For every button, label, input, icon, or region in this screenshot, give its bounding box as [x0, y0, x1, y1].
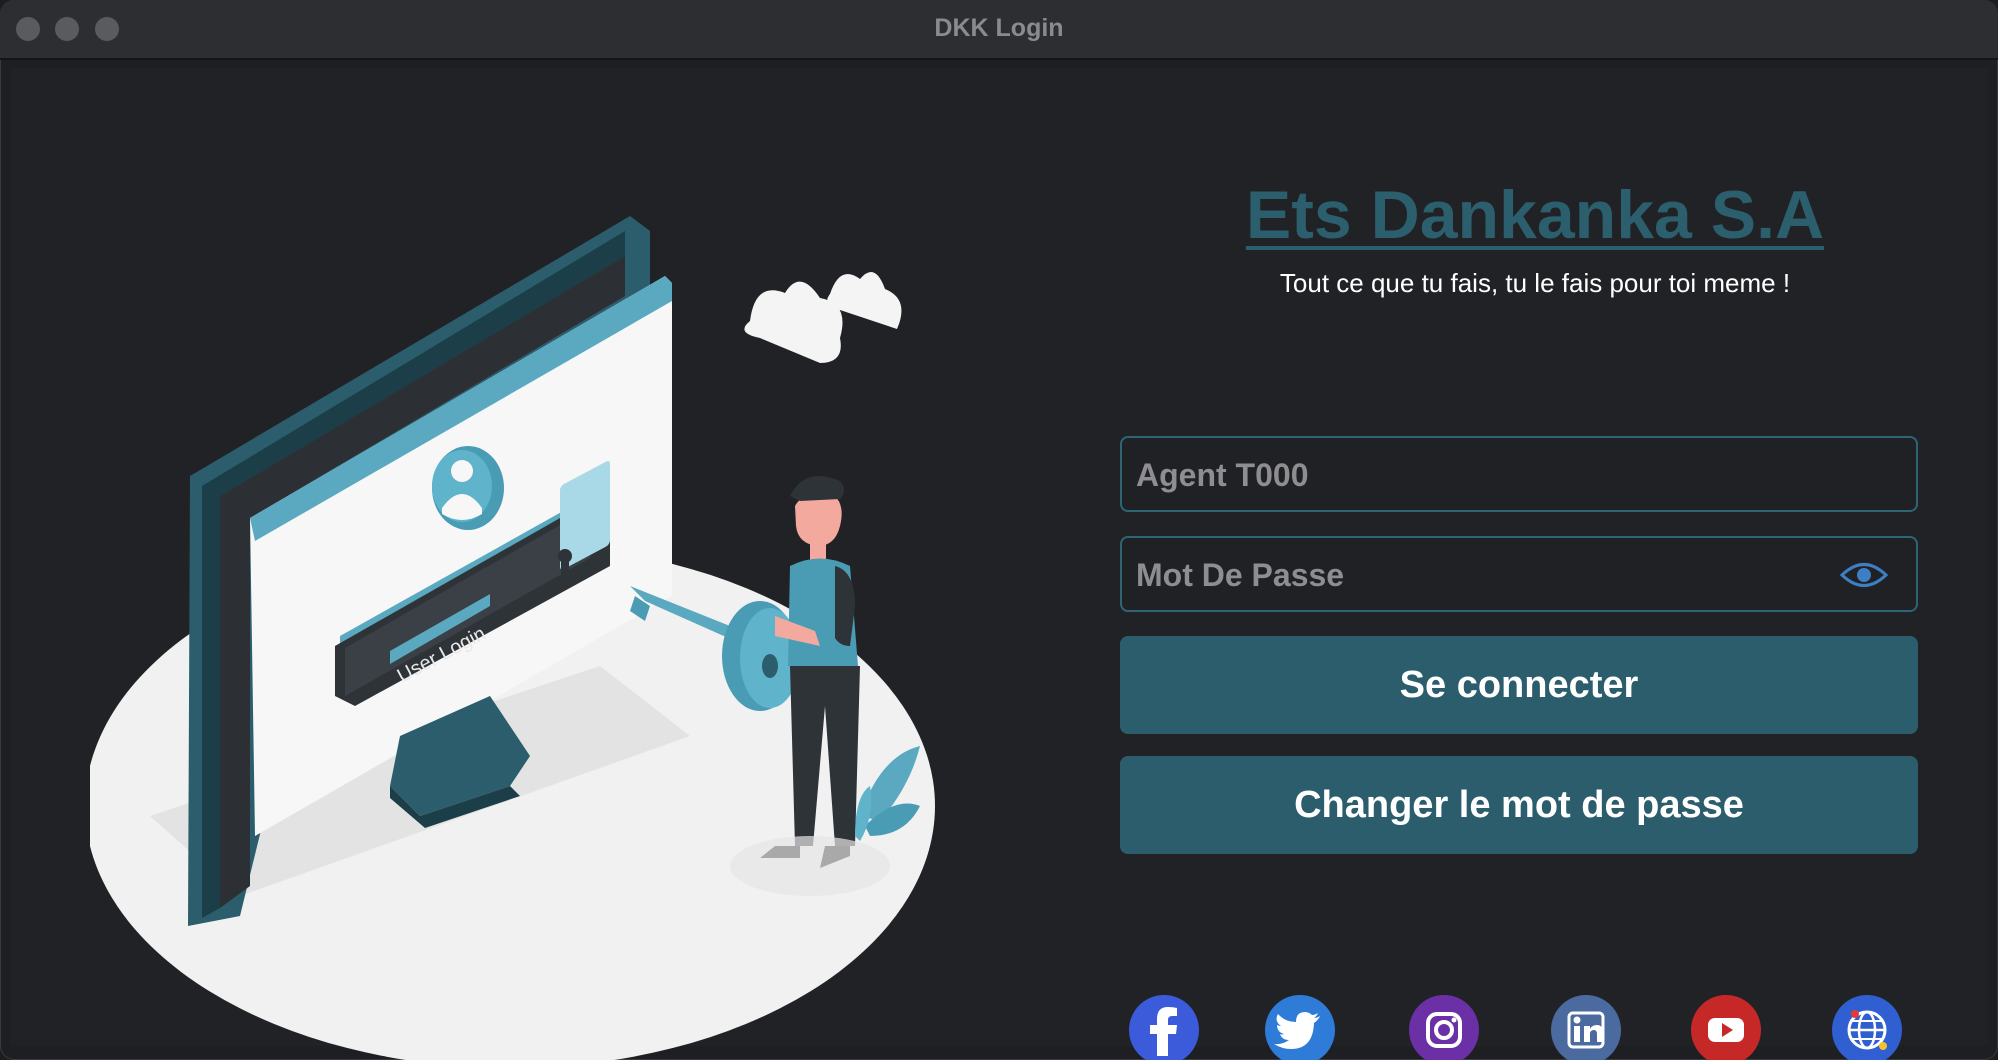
change-password-button[interactable]: Changer le mot de passe	[1120, 756, 1918, 854]
login-button[interactable]: Se connecter	[1120, 636, 1918, 734]
cloud-icon	[744, 271, 902, 363]
login-content: User Login Ets Dankanka S.A Tout ce que …	[10, 68, 1988, 1060]
title-bar: DKK Login	[0, 0, 1998, 60]
show-password-eye-icon[interactable]	[1840, 560, 1888, 590]
company-tagline: Tout ce que tu fais, tu le fais pour toi…	[1279, 268, 1791, 298]
user-avatar-icon	[432, 446, 504, 530]
instagram-icon[interactable]	[1408, 994, 1480, 1060]
window-title: DKK Login	[934, 14, 1064, 42]
password-field[interactable]	[1120, 536, 1918, 612]
username-input[interactable]	[1134, 438, 1838, 512]
website-globe-icon[interactable]	[1831, 994, 1903, 1060]
twitter-icon[interactable]	[1264, 994, 1336, 1060]
password-input[interactable]	[1134, 538, 1838, 612]
company-name: Ets Dankanka S.A	[1245, 177, 1825, 253]
user-login-illustration: User Login	[90, 216, 935, 1060]
username-field[interactable]	[1120, 436, 1918, 512]
youtube-icon[interactable]	[1690, 994, 1762, 1060]
facebook-icon[interactable]	[1128, 994, 1200, 1060]
login-window: DKK Login User Login Ets Dankanka S.A To…	[0, 0, 1998, 1060]
linkedin-icon[interactable]	[1550, 994, 1622, 1060]
